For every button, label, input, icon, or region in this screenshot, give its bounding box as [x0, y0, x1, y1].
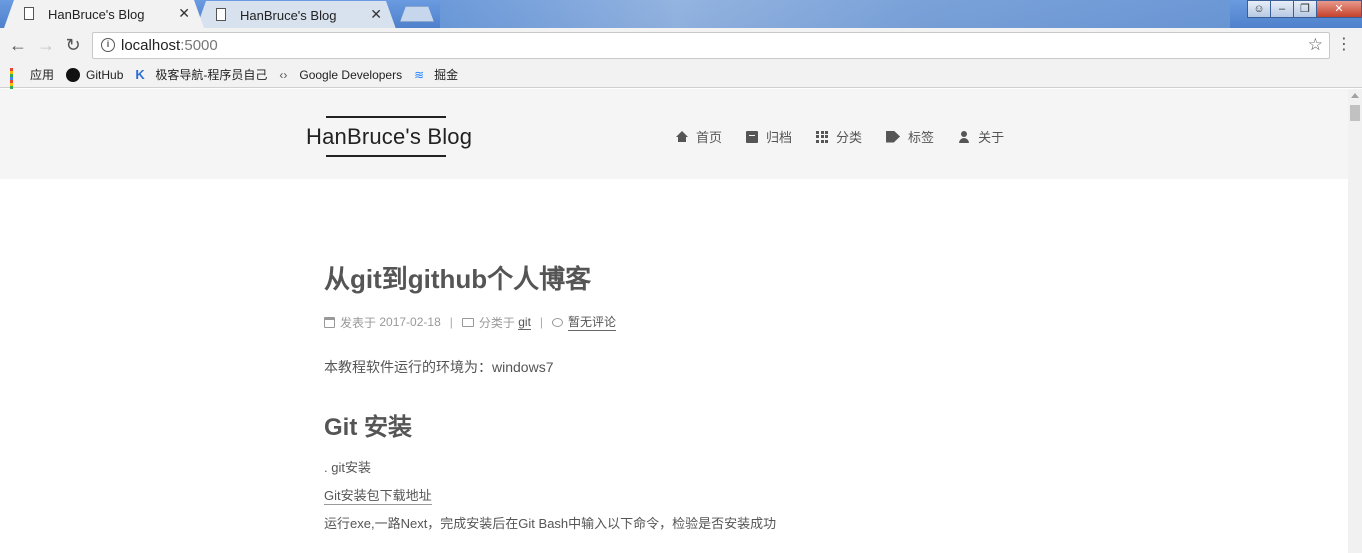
bookmark-label: GitHub [86, 67, 124, 82]
scroll-up-arrow-icon[interactable] [1351, 93, 1359, 98]
maximize-button[interactable]: ❐ [1293, 0, 1317, 18]
google-developers-icon: ‹› [279, 67, 288, 82]
nav-home[interactable]: 首页 [676, 127, 722, 146]
site-header: HanBruce's Blog 首页 归档 分类 标签 关于 [0, 89, 1348, 179]
tab-active[interactable]: HanBruce's Blog ✕ [4, 0, 204, 28]
juejin-icon: ≋ [414, 67, 425, 82]
close-tab-icon[interactable]: ✕ [370, 6, 382, 23]
posted-prefix: 发表于 [340, 315, 377, 330]
download-link[interactable]: Git安装包下载地址 [324, 485, 432, 505]
section-heading: Git 安装 [324, 414, 412, 441]
page-viewport: HanBruce's Blog 首页 归档 分类 标签 关于 从git到gith… [0, 89, 1348, 553]
nav-archive[interactable]: 归档 [746, 127, 792, 146]
nav-label: 归档 [766, 130, 793, 145]
back-arrow-icon[interactable]: ← [8, 35, 28, 55]
bookmark-star-icon[interactable]: ☆ [1308, 35, 1323, 55]
bookmark-label: 掘金 [434, 68, 459, 82]
address-bar[interactable]: i localhost:5000 ☆ [92, 32, 1330, 59]
nav-tags[interactable]: 标签 [886, 127, 934, 146]
window-controls: ☺ – ❐ ✕ [1247, 0, 1362, 18]
jk-icon: K [135, 66, 145, 82]
category-prefix: 分类于 [478, 315, 515, 330]
forward-arrow-icon[interactable]: → [36, 35, 56, 55]
comments-link[interactable]: 暂无评论 [568, 313, 617, 331]
site-brand[interactable]: HanBruce's Blog [306, 116, 472, 157]
tags-icon [886, 130, 901, 143]
meta-divider: | [539, 315, 544, 329]
close-window-button[interactable]: ✕ [1316, 0, 1362, 18]
post-line: 运行exe,一路Next，完成安装后在Git Bash中输入以下命令，检验是否安… [324, 516, 777, 531]
user-icon [958, 130, 970, 143]
archive-icon [746, 130, 759, 143]
background-blur [440, 0, 1230, 28]
bookmark-label: 极客导航-程序员自己 [155, 68, 268, 82]
bookmark-apps[interactable]: 应用 [10, 66, 55, 95]
home-icon [676, 130, 688, 142]
page-icon [24, 7, 34, 20]
brand-line-bottom [326, 155, 446, 157]
close-tab-icon[interactable]: ✕ [178, 5, 190, 22]
nav-label: 标签 [908, 130, 935, 145]
site-nav: 首页 归档 分类 标签 关于 [676, 127, 1028, 146]
bookmark-label: Google Developers [299, 67, 403, 82]
post-meta: 发表于 2017-02-18 | 分类于 git | 暂无评论 [324, 313, 617, 331]
th-icon [816, 130, 829, 143]
post-date: 2017-02-18 [379, 315, 441, 329]
page-icon [216, 8, 226, 21]
folder-icon [461, 317, 474, 327]
comment-icon [552, 317, 564, 327]
post-line: . git安装 [324, 460, 371, 475]
category-link[interactable]: git [518, 315, 531, 330]
nav-label: 关于 [978, 130, 1005, 145]
meta-divider: | [449, 315, 453, 329]
apps-icon [10, 67, 24, 95]
url-text[interactable]: localhost:5000 [121, 37, 218, 54]
tab-inactive[interactable]: HanBruce's Blog ✕ [196, 1, 396, 28]
bookmark-google-developers[interactable]: ‹› Google Developers [279, 68, 402, 82]
bookmark-github[interactable]: GitHub [66, 67, 124, 82]
page-scrollbar[interactable] [1348, 89, 1362, 553]
nav-categories[interactable]: 分类 [816, 127, 862, 146]
bookmark-label: 应用 [30, 68, 55, 82]
browser-toolbar: ← → ↻ i localhost:5000 ☆ ⋮ [0, 28, 1362, 62]
bookmark-jk[interactable]: K 极客导航-程序员自己 [135, 66, 267, 83]
nav-label: 分类 [836, 130, 863, 145]
site-title[interactable]: HanBruce's Blog [306, 118, 472, 155]
new-tab-button[interactable] [400, 6, 434, 22]
post-title[interactable]: 从git到github个人博客 [324, 259, 591, 296]
info-icon[interactable]: i [101, 38, 115, 52]
calendar-icon [324, 316, 335, 328]
bookmark-juejin[interactable]: ≋ 掘金 [414, 66, 458, 83]
profile-button[interactable]: ☺ [1247, 0, 1271, 18]
nav-about[interactable]: 关于 [958, 127, 1004, 146]
menu-kebab-icon[interactable]: ⋮ [1336, 35, 1352, 55]
github-icon [66, 67, 81, 82]
reload-icon[interactable]: ↻ [63, 35, 83, 55]
bookmarks-bar: 应用 GitHub K 极客导航-程序员自己 ‹› Google Develop… [0, 62, 1362, 95]
post-intro: 本教程软件运行的环境为：windows7 [324, 359, 554, 375]
tab-title: HanBruce's Blog [48, 6, 145, 22]
nav-label: 首页 [696, 130, 723, 145]
minimize-button[interactable]: – [1270, 0, 1294, 18]
tab-title: HanBruce's Blog [240, 7, 337, 23]
scrollbar-thumb[interactable] [1350, 105, 1360, 121]
tab-strip: HanBruce's Blog ✕ HanBruce's Blog ✕ ☺ – … [0, 0, 1362, 28]
